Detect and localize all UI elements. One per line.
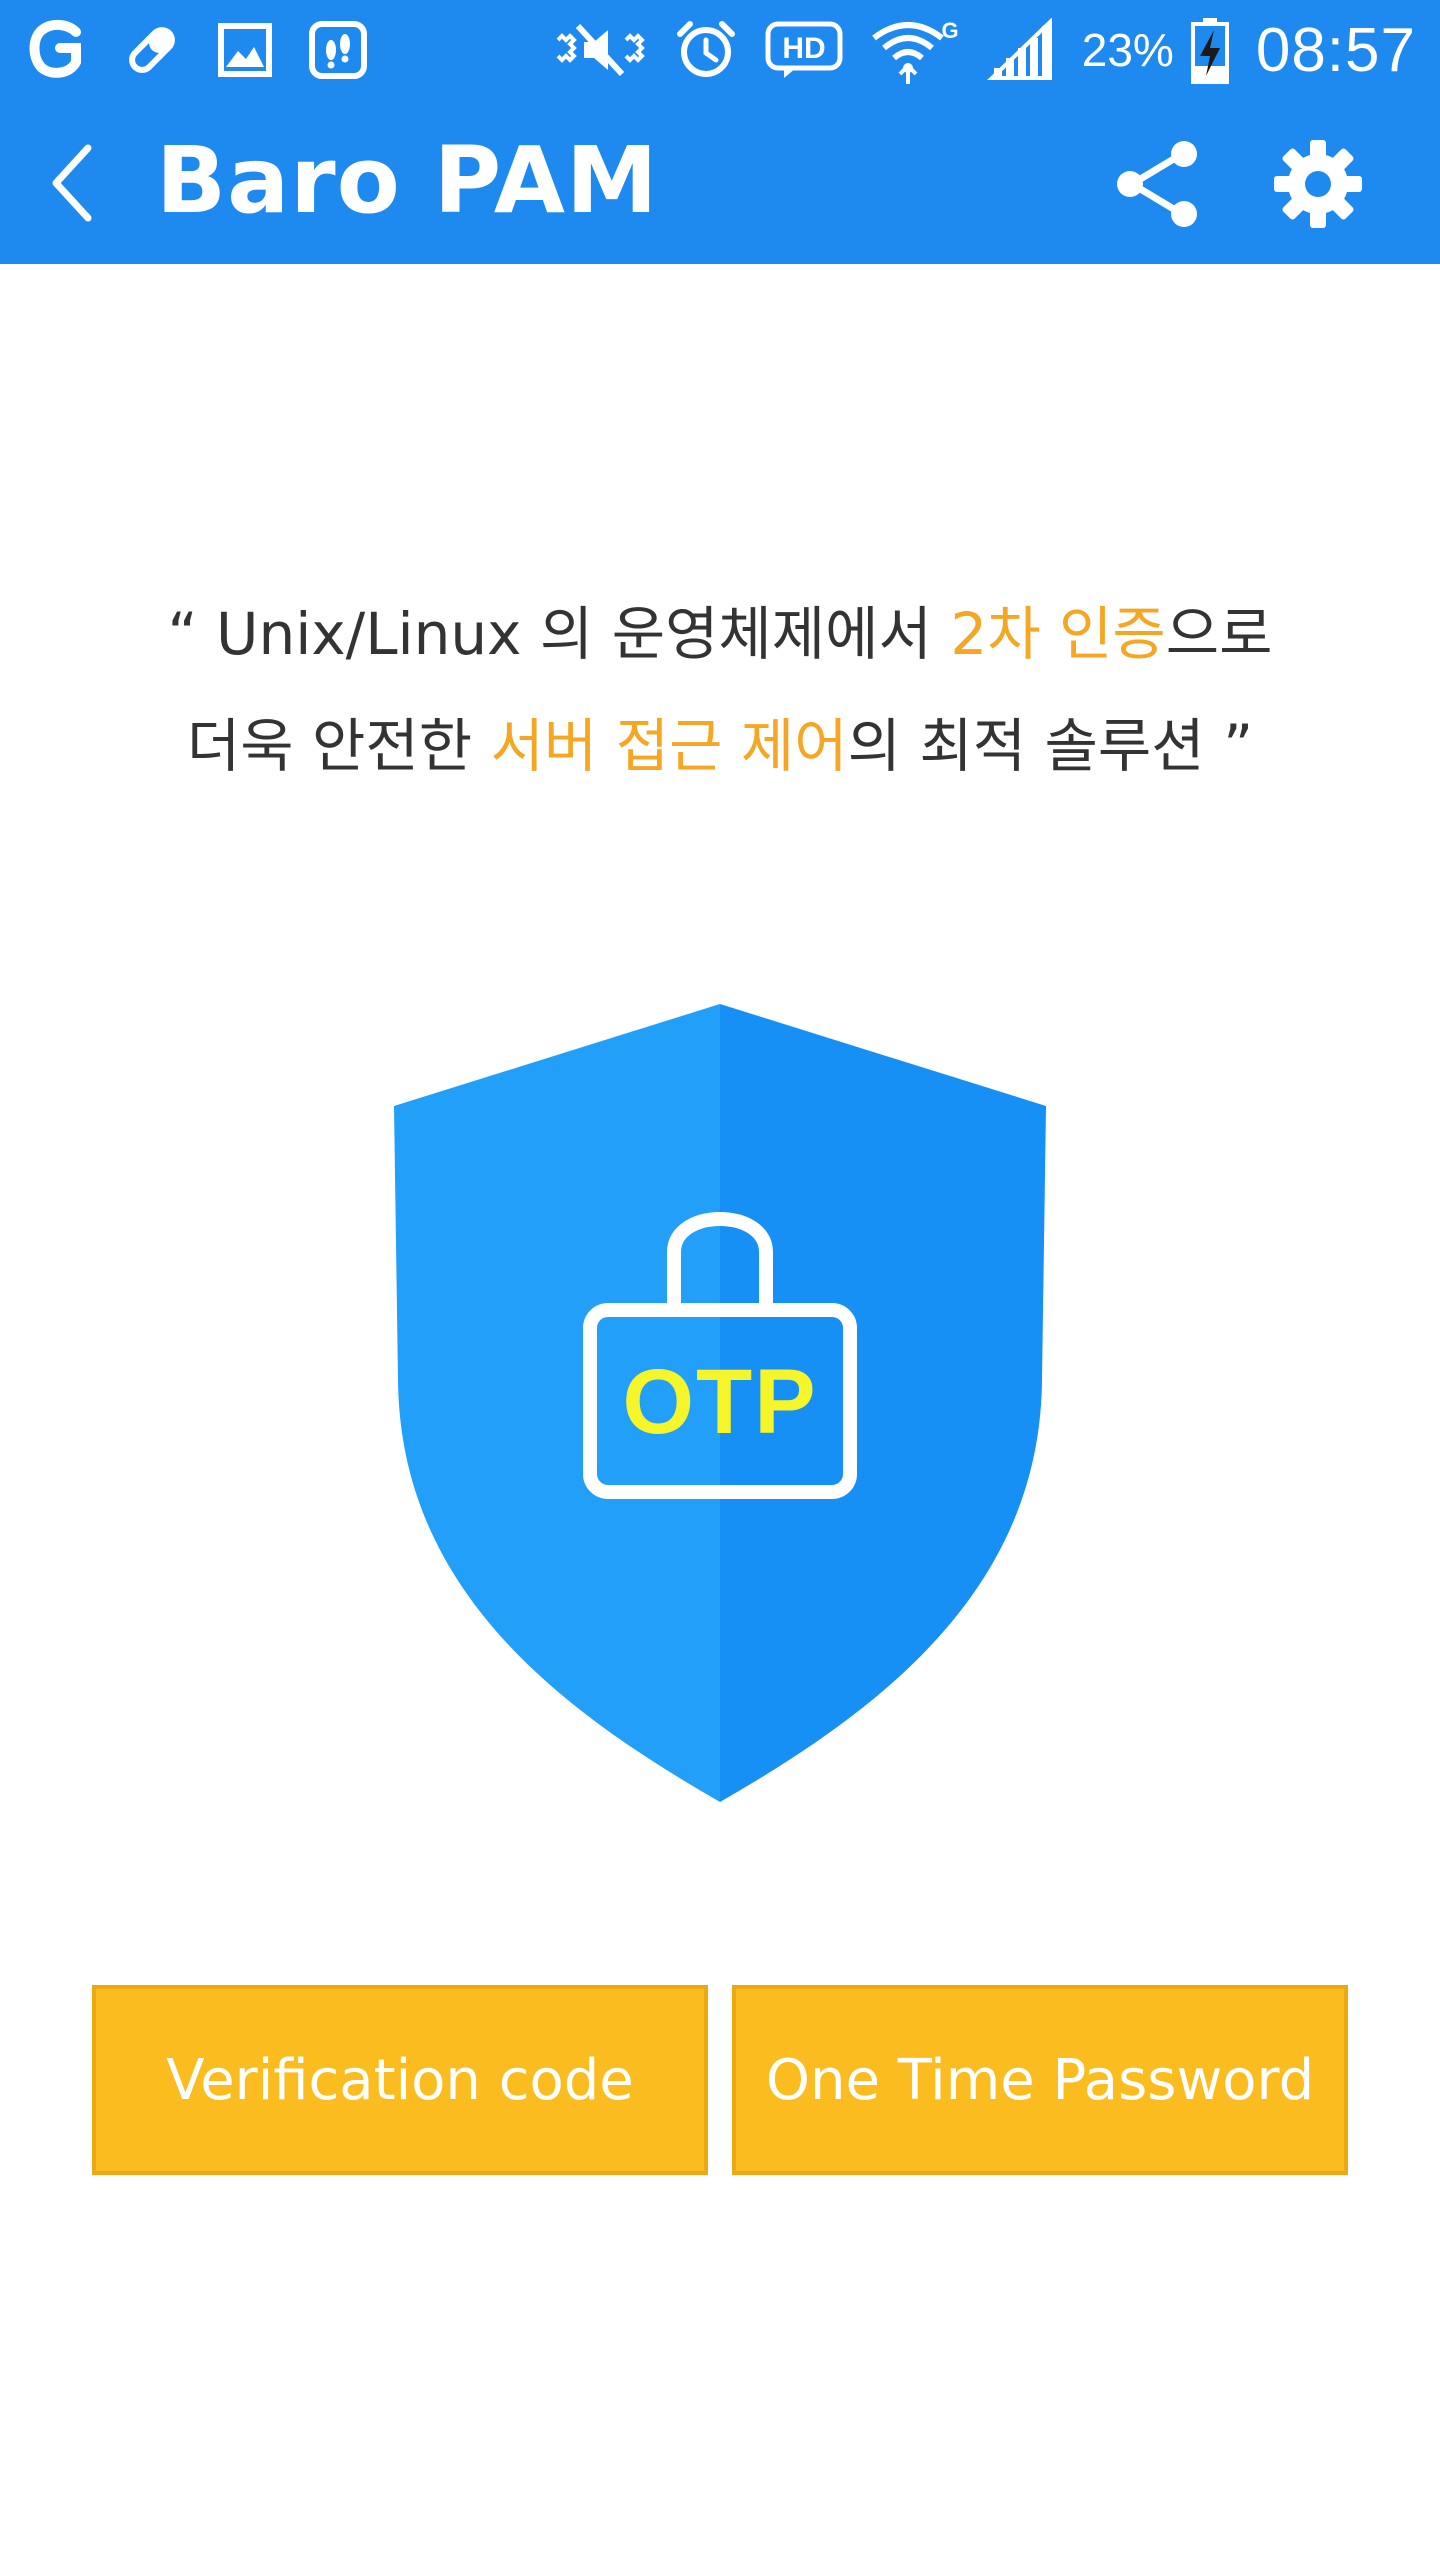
hd-voice-icon: HD [765,21,843,78]
status-system-icons: HD G 23% 08:57 [552,14,1416,86]
verification-code-button[interactable]: Verification code [92,1985,708,2175]
otp-shield-illustration: OTP [380,990,1060,1830]
back-button[interactable] [40,138,110,228]
status-bar: HD G 23% 08:57 [0,0,1440,100]
tagline-text: 의 최적 솔루션 ” [847,712,1254,780]
clock: 08:57 [1255,15,1416,85]
status-notification-icons [24,14,368,86]
chevron-left-icon [52,144,92,222]
wifi-icon: G [871,18,958,84]
tagline-text: 으로 [1165,600,1273,668]
signal-strength-icon [986,18,1052,80]
otp-lock-label: OTP [622,1351,818,1453]
tagline-highlight: 서버 접근 제어 [490,712,848,780]
share-icon [1117,141,1197,227]
mute-vibrate-icon [556,23,645,77]
app-notification-icon [29,20,81,78]
tagline: “ Unix/Linux 의 운영체제에서 2차 인증으로 더욱 안전한 서버 … [0,578,1440,802]
network-type-label: G [941,18,958,43]
tagline-line-2: 더욱 안전한 서버 접근 제어의 최적 솔루션 ” [0,690,1440,802]
battery-percent: 23% [1081,24,1174,76]
footsteps-icon [309,21,367,79]
app-bar: Baro PAM [0,100,1440,264]
tagline-text: 더욱 안전한 [186,712,491,780]
screen: HD G 23% 08:57 Baro PAM “ Unix/Linux 의 운… [0,0,1440,2560]
alarm-icon [676,21,735,77]
one-time-password-button[interactable]: One Time Password [732,1985,1348,2175]
tagline-text: “ Unix/Linux 의 운영체제에서 [167,600,951,668]
image-icon [218,23,272,77]
app-title: Baro PAM [156,126,659,234]
hd-label: HD [782,32,825,65]
pill-icon [129,27,175,73]
settings-button[interactable] [1268,134,1368,234]
tagline-highlight: 2차 인증 [950,600,1166,668]
gear-icon [1274,140,1362,228]
share-button[interactable] [1110,136,1206,232]
tagline-line-1: “ Unix/Linux 의 운영체제에서 2차 인증으로 [0,578,1440,690]
battery-charging-icon [1190,18,1229,84]
